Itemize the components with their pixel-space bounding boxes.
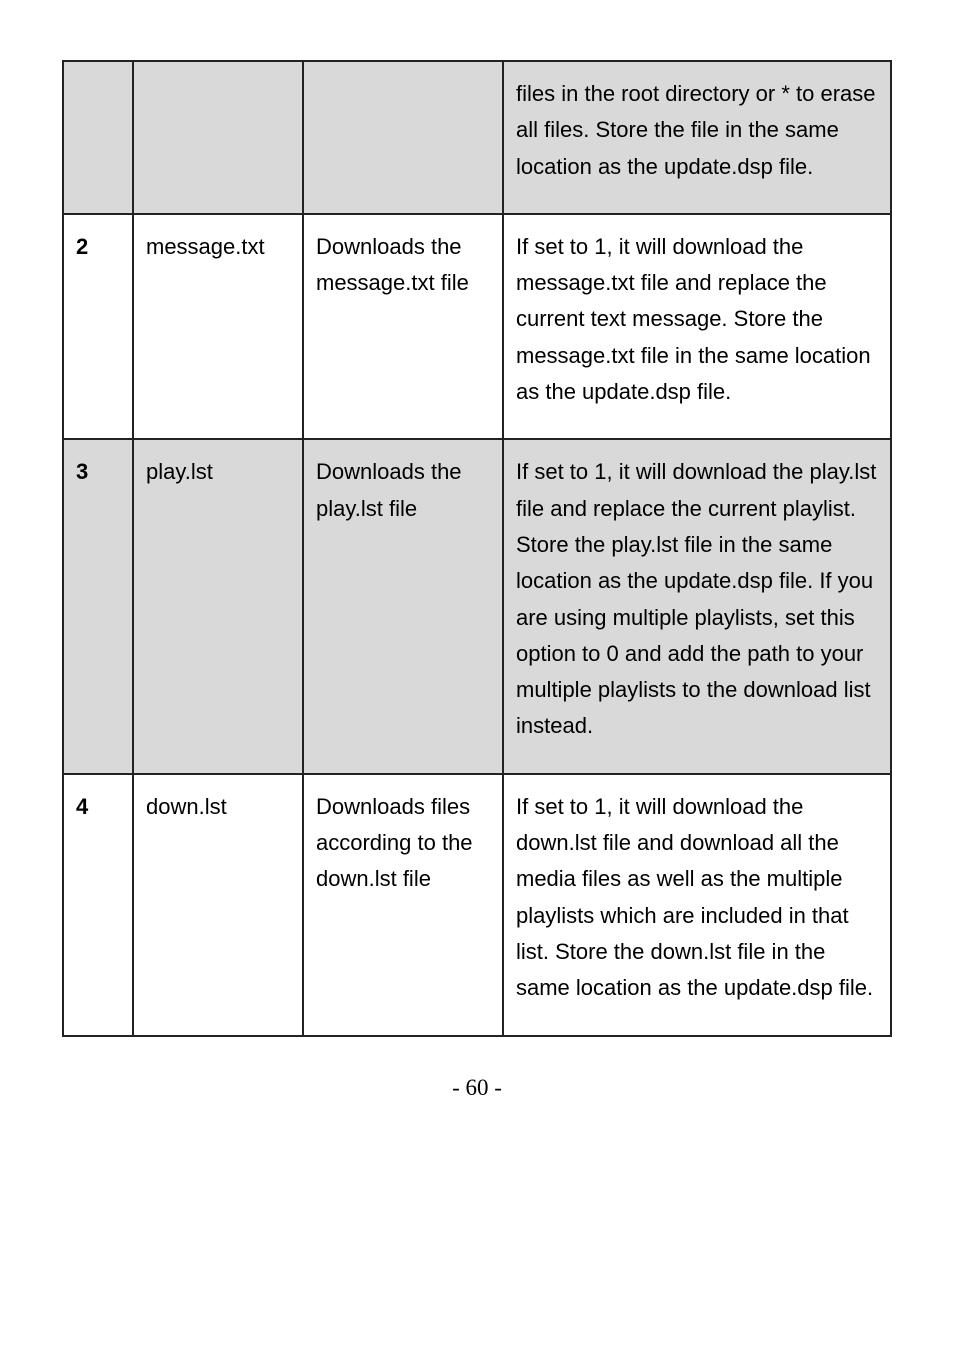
cell-index [63, 61, 133, 214]
cell-index: 4 [63, 774, 133, 1036]
table-row: 3 play.lst Downloads the play.lst file I… [63, 439, 891, 773]
cell-action: Downloads the message.txt file [303, 214, 503, 439]
cell-name: down.lst [133, 774, 303, 1036]
page-number: - 60 - [62, 1075, 892, 1101]
cell-index: 2 [63, 214, 133, 439]
cell-action [303, 61, 503, 214]
table-row: files in the root directory or * to eras… [63, 61, 891, 214]
cell-desc: If set to 1, it will download the messag… [503, 214, 891, 439]
cell-name [133, 61, 303, 214]
cell-desc: files in the root directory or * to eras… [503, 61, 891, 214]
cell-name: play.lst [133, 439, 303, 773]
table-body: files in the root directory or * to eras… [63, 61, 891, 1036]
cell-name: message.txt [133, 214, 303, 439]
cell-action: Downloads files according to the down.ls… [303, 774, 503, 1036]
spec-table: files in the root directory or * to eras… [62, 60, 892, 1037]
cell-action: Downloads the play.lst file [303, 439, 503, 773]
cell-desc: If set to 1, it will download the down.l… [503, 774, 891, 1036]
page-container: files in the root directory or * to eras… [0, 0, 954, 1355]
table-row: 2 message.txt Downloads the message.txt … [63, 214, 891, 439]
cell-desc: If set to 1, it will download the play.l… [503, 439, 891, 773]
cell-index: 3 [63, 439, 133, 773]
table-row: 4 down.lst Downloads files according to … [63, 774, 891, 1036]
